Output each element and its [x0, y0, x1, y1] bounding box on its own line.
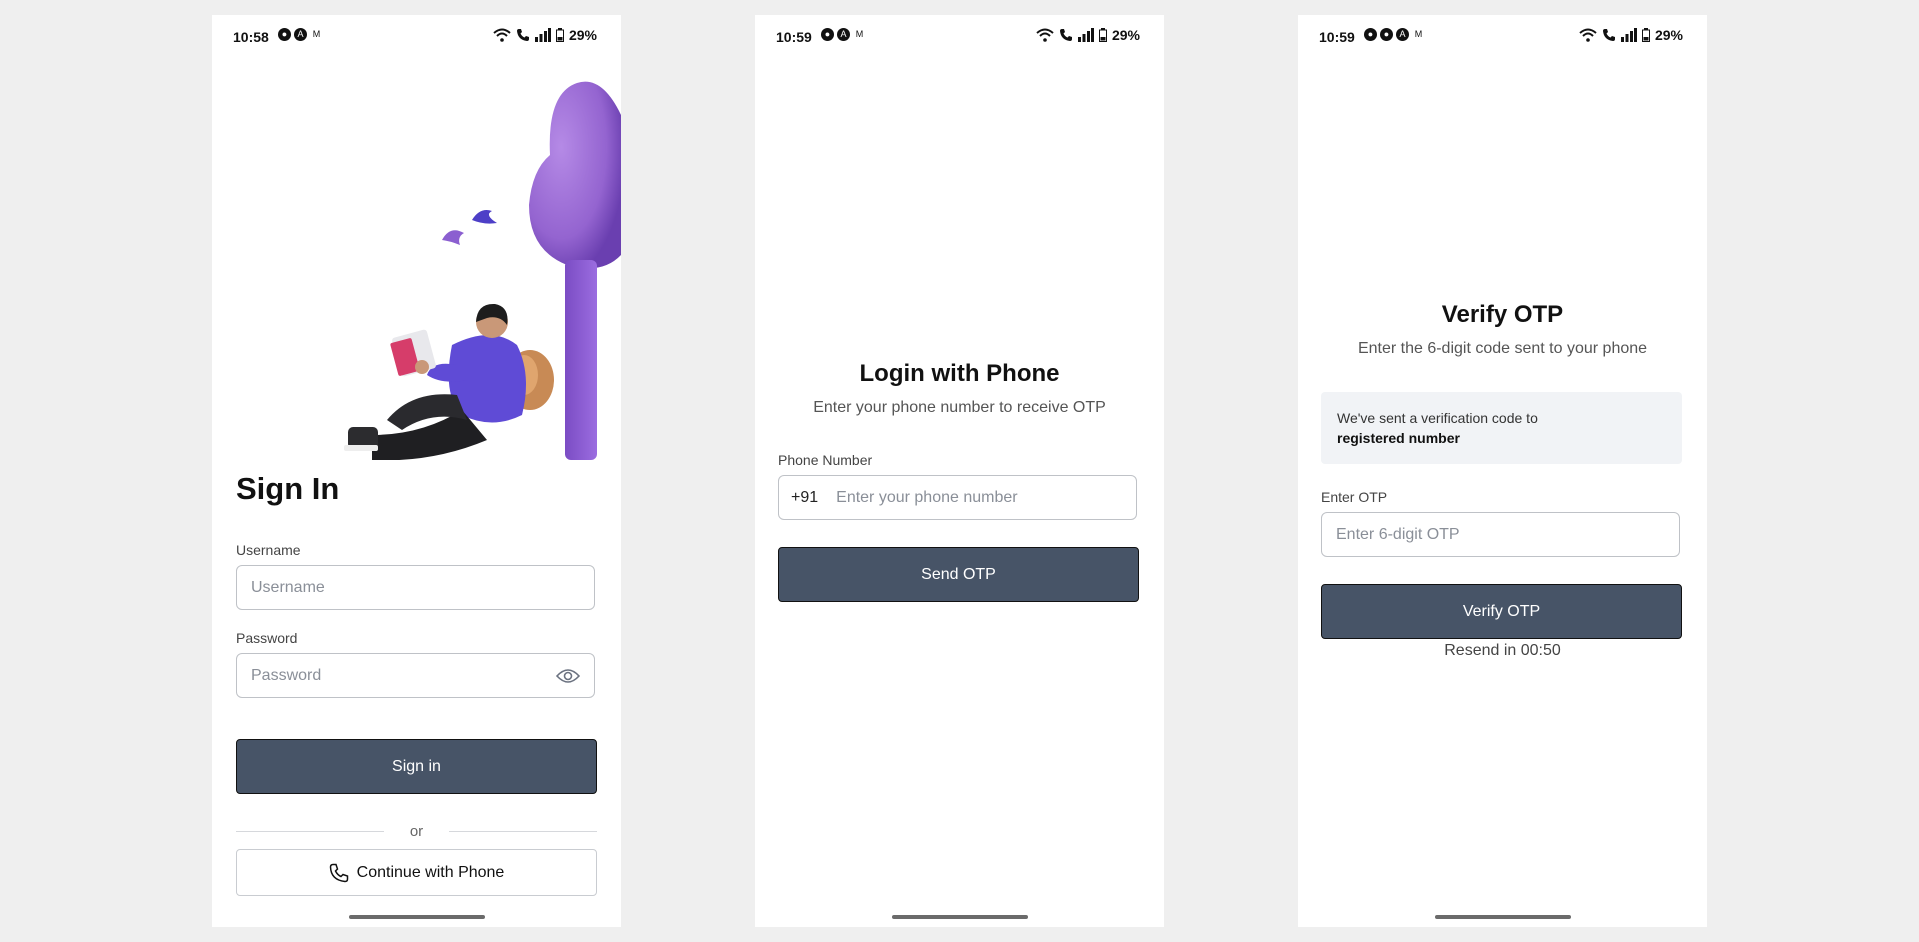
app-notification-icon: A: [1396, 28, 1409, 41]
snapchat-icon: ●: [278, 28, 291, 41]
battery-icon: [1641, 28, 1650, 42]
otp-input[interactable]: Enter 6-digit OTP: [1321, 512, 1680, 557]
app-notification-icon: A: [837, 28, 850, 41]
otp-info-box: We've sent a verification code to regist…: [1321, 392, 1682, 464]
phone-number-placeholder: Enter your phone number: [836, 488, 1018, 506]
page-title: Login with Phone: [859, 360, 1060, 387]
app-notification-icon: A: [294, 28, 307, 41]
or-divider: or: [236, 823, 597, 840]
status-bar: 10:58 ● A M 29%: [212, 15, 621, 59]
battery-percent: 29%: [568, 27, 597, 43]
home-indicator[interactable]: [1434, 915, 1571, 919]
password-input[interactable]: Password: [236, 653, 595, 698]
notification-icons: ● A M: [278, 28, 323, 41]
wifi-icon: [493, 28, 511, 42]
gmail-icon: M: [312, 29, 321, 39]
status-bar: 10:59 ● A M 29%: [755, 15, 1164, 59]
username-input[interactable]: Username: [236, 565, 595, 610]
continue-with-phone-button[interactable]: Continue with Phone: [236, 849, 597, 896]
battery-icon: [1098, 28, 1107, 42]
signal-icon: [1077, 28, 1094, 42]
divider-line-left: [236, 831, 384, 832]
status-right: 29%: [493, 27, 597, 43]
page-subtitle: Enter your phone number to receive OTP: [813, 399, 1106, 416]
snapchat-icon: ●: [1380, 28, 1393, 41]
divider-label: or: [409, 823, 424, 840]
reading-person-illustration: [344, 81, 621, 460]
status-time: 10:58: [233, 29, 269, 45]
signin-screen: 10:58 ● A M 29% Sign In Username Usernam…: [212, 15, 621, 927]
wifi-icon: [1579, 28, 1597, 42]
snapchat-icon: ●: [821, 28, 834, 41]
resend-timer: Resend in 00:50: [1444, 642, 1561, 659]
call-icon: [1059, 29, 1072, 41]
phone-login-screen: 10:59 ● A M 29% Login with Phone Enter y…: [755, 15, 1164, 927]
phone-icon: [329, 863, 348, 882]
signal-icon: [534, 28, 551, 42]
status-right: 29%: [1579, 27, 1683, 43]
battery-icon: [555, 28, 564, 42]
call-icon: [1602, 29, 1615, 41]
status-bar: 10:59 ● ● A M 29%: [1298, 15, 1707, 59]
password-placeholder: Password: [251, 666, 322, 684]
username-label: Username: [236, 542, 301, 558]
phone-number-label: Phone Number: [778, 452, 873, 468]
call-icon: [516, 29, 529, 41]
page-title: Sign In: [236, 471, 340, 506]
otp-label: Enter OTP: [1321, 489, 1388, 505]
home-indicator[interactable]: [891, 915, 1028, 919]
battery-percent: 29%: [1111, 27, 1140, 43]
continue-with-phone-label: Continue with Phone: [356, 863, 505, 881]
message-icon: ●: [1364, 28, 1377, 41]
status-time: 10:59: [776, 29, 812, 45]
otp-info-recipient: registered number: [1337, 430, 1460, 446]
notification-icons: ● ● A M: [1364, 28, 1425, 41]
wifi-icon: [1036, 28, 1054, 42]
signin-button[interactable]: Sign in: [236, 739, 597, 794]
signal-icon: [1620, 28, 1637, 42]
status-time: 10:59: [1319, 29, 1355, 45]
verify-otp-screen: 10:59 ● ● A M 29% Verify OTP Enter the 6…: [1298, 15, 1707, 927]
username-placeholder: Username: [251, 578, 325, 596]
status-right: 29%: [1036, 27, 1140, 43]
country-code[interactable]: +91: [791, 489, 818, 507]
gmail-icon: M: [855, 29, 864, 39]
gmail-icon: M: [1414, 29, 1423, 39]
page-subtitle: Enter the 6-digit code sent to your phon…: [1357, 340, 1648, 357]
send-otp-button[interactable]: Send OTP: [778, 547, 1139, 602]
eye-icon[interactable]: [556, 668, 580, 684]
verify-otp-button[interactable]: Verify OTP: [1321, 584, 1682, 639]
divider-line-right: [449, 831, 597, 832]
otp-placeholder: Enter 6-digit OTP: [1336, 525, 1460, 543]
page-title: Verify OTP: [1441, 301, 1564, 328]
password-label: Password: [236, 630, 298, 646]
battery-percent: 29%: [1654, 27, 1683, 43]
otp-info-text: We've sent a verification code to: [1337, 410, 1538, 426]
phone-number-input[interactable]: +91 Enter your phone number: [778, 475, 1137, 520]
home-indicator[interactable]: [348, 915, 485, 919]
notification-icons: ● A M: [821, 28, 866, 41]
